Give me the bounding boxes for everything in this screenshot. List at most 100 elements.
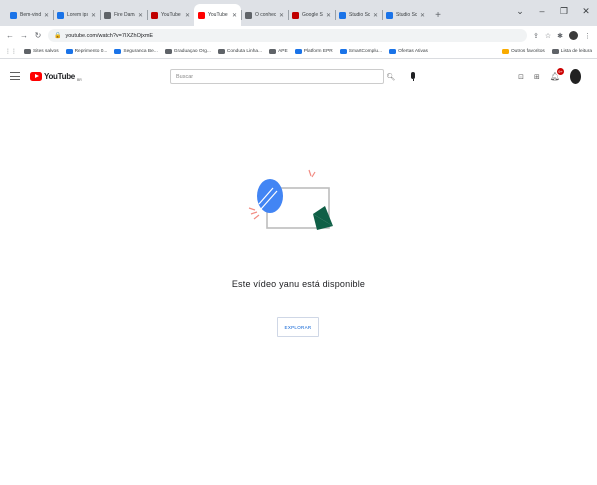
tab-title: Lorem ipsu... — [67, 12, 88, 18]
browser-tab[interactable]: Lorem ipsu...✕ — [53, 4, 100, 26]
youtube-play-icon — [30, 71, 42, 81]
browser-tab[interactable]: O conhecim...✕ — [241, 4, 288, 26]
tab-close-icon[interactable]: ✕ — [44, 12, 49, 19]
apps-grid-icon[interactable]: ⋮⋮ — [5, 48, 17, 55]
tab-favicon-icon — [245, 11, 252, 19]
bookmark-item[interactable]: Outros favoritos — [501, 49, 545, 54]
video-unavailable-illustration — [248, 169, 333, 230]
tab-search-button[interactable]: ⌄ — [509, 0, 531, 22]
account-avatar[interactable] — [570, 69, 581, 84]
tab-close-icon[interactable]: ✕ — [138, 12, 143, 19]
tab-close-icon[interactable]: ✕ — [279, 12, 284, 19]
new-tab-button[interactable]: + — [429, 4, 447, 26]
bookmark-item[interactable]: APE — [269, 49, 288, 54]
bookmarks-bar: ⋮⋮ Sites salvos Reprimento 0... Seguranca … — [0, 45, 597, 59]
tab-title: Studio Scri... — [349, 12, 370, 18]
tab-close-icon[interactable]: ✕ — [373, 12, 378, 19]
address-bar[interactable]: 🔒 youtube.com/watch?v=7IXZhOjxmE — [48, 29, 527, 42]
bookmark-label: Graduaçao Org... — [173, 49, 211, 54]
browser-menu-icon[interactable]: ⋮ — [584, 32, 591, 40]
lock-icon: 🔒 — [54, 33, 62, 39]
profile-avatar-icon[interactable] — [569, 31, 578, 40]
browser-tab[interactable]: YouTube Stu...✕ — [147, 4, 194, 26]
unavailable-message: Este vídeo yanu está disponible — [231, 279, 366, 289]
tab-favicon-icon — [292, 11, 299, 19]
browser-tab[interactable]: Studio Scri...✕ — [335, 4, 382, 26]
tab-favicon-icon — [104, 11, 111, 19]
tab-list: Bem-vindo ao...✕Lorem ipsu...✕Fire Damag… — [6, 4, 429, 26]
browser-tab[interactable]: Studio Scri...✕ — [382, 4, 429, 26]
toolbar-icons: ⇪ ☆ ✱ ⋮ — [533, 31, 591, 40]
bookmark-item[interactable]: Graduaçao Org... — [164, 49, 211, 54]
explore-button[interactable]: EXPLORAR — [277, 317, 319, 337]
tab-title: Google Studio... — [302, 12, 323, 18]
minimize-button[interactable]: – — [531, 0, 553, 22]
browser-tab[interactable]: Google Studio...✕ — [288, 4, 335, 26]
blue-ellipse-shape — [257, 179, 283, 213]
sparkle-lines-top — [308, 169, 316, 178]
bookmark-item[interactable]: Lista de leitura — [551, 49, 592, 54]
browser-tab[interactable]: Bem-vindo ao...✕ — [6, 4, 53, 26]
header-actions: ⊡ ⊞ 🔔︎ 9+ — [518, 68, 581, 84]
explore-button-label: EXPLORAR — [284, 324, 312, 330]
youtube-logo-text: YouTube — [44, 71, 75, 81]
tab-close-icon[interactable]: ✕ — [185, 12, 190, 19]
close-window-button[interactable]: ✕ — [575, 0, 597, 22]
tab-favicon-icon — [57, 11, 64, 19]
share-icon[interactable]: ⇪ — [533, 32, 539, 40]
bookmark-item[interactable]: SmartComplu... — [339, 49, 382, 54]
bookmark-label: Seguranca Be... — [123, 49, 158, 54]
tab-title: Studio Scri... — [396, 12, 417, 18]
bookmarks-list: Sites salvos Reprimento 0... Seguranca Be.… — [24, 49, 428, 54]
bookmark-item[interactable]: Reprimento 0... — [65, 49, 108, 54]
search-button[interactable]: 🔍︎ — [384, 69, 398, 84]
tab-close-icon[interactable]: ✕ — [91, 12, 96, 19]
bookmark-label: Ofertas Ativas — [398, 49, 428, 54]
browser-toolbar: ← → ↻ 🔒 youtube.com/watch?v=7IXZhOjxmE ⇪… — [0, 26, 597, 45]
hamburger-menu-icon[interactable] — [10, 72, 20, 80]
bookmark-label: Reprimento 0... — [74, 49, 108, 54]
bookmark-favicon-icon — [551, 49, 559, 54]
bookmark-label: Lista de leitura — [560, 49, 592, 54]
bookmark-favicon-icon — [389, 49, 397, 54]
bookmark-favicon-icon — [501, 49, 509, 54]
reload-icon[interactable]: ↻ — [34, 31, 42, 40]
bookmark-label: Sites salvos — [33, 49, 59, 54]
browser-tab[interactable]: Fire Damage...✕ — [100, 4, 147, 26]
tab-favicon-icon — [10, 11, 17, 19]
bookmark-item[interactable]: Ofertas Ativas — [389, 49, 428, 54]
back-arrow-icon[interactable]: ← — [6, 31, 14, 40]
bookmark-star-icon[interactable]: ☆ — [545, 32, 551, 40]
maximize-button[interactable]: ❐ — [553, 0, 575, 22]
tab-close-icon[interactable]: ✕ — [420, 12, 425, 19]
bookmark-favicon-icon — [339, 49, 347, 54]
apps-icon[interactable]: ⊞ — [534, 73, 540, 81]
search-input[interactable]: Buscar — [170, 69, 384, 84]
youtube-header: YouTube BR Buscar 🔍︎ ⊡ ⊞ 🔔︎ 9+ — [0, 60, 597, 92]
bookmark-item[interactable]: Sites salvos — [24, 49, 59, 54]
tab-title: Fire Damage... — [114, 12, 135, 18]
bookmark-label: Platform EPR — [303, 49, 333, 54]
notifications-bell-icon[interactable]: 🔔︎ 9+ — [550, 68, 564, 81]
bookmark-item[interactable]: Seguranca Be... — [114, 49, 158, 54]
tab-title: Bem-vindo ao... — [20, 12, 41, 18]
extensions-icon[interactable]: ✱ — [557, 32, 563, 40]
youtube-logo[interactable]: YouTube BR — [30, 70, 82, 82]
bookmark-item[interactable]: Conduta Linha... — [217, 49, 262, 54]
browser-tab[interactable]: YouTube ✕ — [194, 4, 241, 26]
bookmark-favicon-icon — [294, 49, 302, 54]
bookmark-favicon-icon — [269, 49, 277, 54]
search-icon: 🔍︎ — [386, 73, 396, 81]
microphone-icon[interactable] — [411, 72, 415, 81]
bookmark-favicon-icon — [217, 49, 225, 54]
bookmark-favicon-icon — [164, 49, 172, 54]
forward-arrow-icon[interactable]: → — [20, 31, 28, 40]
tab-favicon-icon — [386, 11, 393, 19]
bookmark-item[interactable]: Platform EPR — [294, 49, 333, 54]
create-video-icon[interactable]: ⊡ — [518, 73, 524, 81]
tab-close-icon[interactable]: ✕ — [326, 12, 331, 19]
bookmark-label: Outros favoritos — [510, 49, 545, 54]
bookmark-favicon-icon — [24, 49, 31, 54]
bookmark-favicon-icon — [65, 49, 73, 54]
tab-close-icon[interactable]: ✕ — [232, 12, 237, 19]
